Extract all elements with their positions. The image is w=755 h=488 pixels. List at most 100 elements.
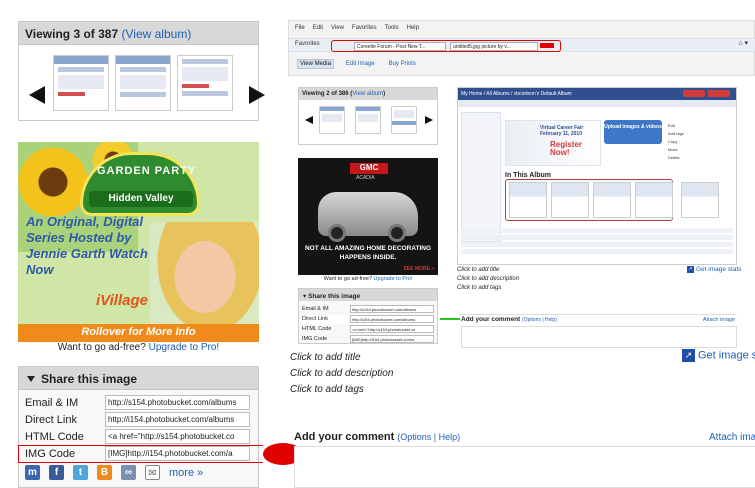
nested-album-thumb[interactable] [593, 182, 631, 218]
ad-free-notice: Want to go ad-free? Upgrade to Pro! [18, 342, 259, 353]
nested-add-title-link[interactable]: Click to add title [457, 266, 519, 275]
nested-share-panel: ▾ Share this image Email & IM http://s154… [298, 288, 438, 344]
nested-promo-banner[interactable]: Virtual Career Fair February 11, 2010 Re… [505, 120, 601, 166]
nested-thumb[interactable] [391, 106, 417, 134]
add-tags-link[interactable]: Click to add tags [290, 382, 393, 398]
collapse-triangle-icon[interactable] [27, 376, 35, 382]
menu-view[interactable]: View [331, 25, 344, 31]
thumbnail-prev[interactable] [53, 55, 109, 111]
garden-party-ad[interactable]: GARDEN PARTY Hidden Valley An Original, … [18, 142, 259, 342]
share-label: IMG Code [25, 448, 76, 460]
facebook-icon[interactable]: f [49, 465, 64, 480]
blogger-icon[interactable]: B [97, 465, 112, 480]
nested-attach-link[interactable]: Attach image [703, 317, 735, 323]
email-icon[interactable]: ✉ [145, 465, 160, 480]
share-email-field[interactable]: http://s154.photobucket.com/albums [105, 395, 250, 410]
nested-comment-box[interactable] [461, 326, 737, 348]
favorites-button[interactable]: Favorites [295, 41, 320, 47]
gmc-see-more[interactable]: SEE MORE » [403, 266, 434, 272]
nested-header-button[interactable] [683, 90, 705, 97]
nested-bottom-list [461, 228, 733, 262]
prev-arrow-icon[interactable] [29, 86, 45, 104]
nested-option[interactable]: Add tags [668, 130, 732, 138]
screenshot-root: Viewing 3 of 387 (View album) GARDEN PAR… [0, 0, 755, 488]
nested-viewing-count: Viewing 2 of 386 [302, 91, 349, 97]
annotation-tab-box: Corvette Forum - Post New T... untitled5… [331, 40, 561, 52]
upgrade-link[interactable]: Upgrade to Pro! [149, 342, 220, 353]
twitter-icon[interactable]: t [73, 465, 88, 480]
album-navigator-header: Viewing 3 of 387 (View album) [19, 22, 258, 45]
annotation-line [18, 445, 19, 462]
nested-option[interactable]: Move [668, 146, 732, 154]
tab-view-media[interactable]: View Media [297, 59, 334, 69]
nested-album-thumb[interactable] [509, 182, 547, 218]
gmc-logo: GMC [350, 163, 388, 174]
nested-album-thumb[interactable] [635, 182, 673, 218]
next-arrow-icon[interactable] [249, 86, 265, 104]
menu-help[interactable]: Help [407, 25, 419, 31]
thumbnail-next[interactable] [177, 55, 233, 111]
ad-cta[interactable]: Rollover for More Info [18, 324, 259, 342]
nested-view-album-link[interactable]: View album [352, 91, 383, 97]
browser-tab-picture[interactable]: untitled5.jpg picture by v... [450, 42, 538, 51]
menu-edit[interactable]: Edit [313, 25, 323, 31]
annotation-highlight [540, 43, 554, 48]
nested-thumb[interactable] [355, 106, 381, 134]
nested-share-header[interactable]: ▾ Share this image [299, 289, 437, 301]
share-img-field[interactable]: [IMG]http://i154.photobucket.com/a [105, 446, 250, 461]
add-title-link[interactable]: Click to add title [290, 350, 393, 366]
nested-option[interactable]: Delete [668, 154, 732, 162]
comment-options-link[interactable]: (Options | Help) [397, 432, 460, 442]
thumbnail-current[interactable] [115, 55, 171, 111]
nested-prev-arrow-icon[interactable] [305, 116, 313, 124]
nested-header-buttons [680, 90, 730, 99]
nested-album-thumb[interactable] [681, 182, 719, 218]
home-icon[interactable]: ⌂ ▾ [738, 39, 748, 47]
menu-file[interactable]: File [295, 25, 305, 31]
nested-share-field[interactable]: <a href="http://s154.photobucket.co [350, 325, 434, 333]
view-album-link[interactable]: View album [126, 27, 188, 41]
nested-share-field[interactable]: http://s154.photobucket.com/albums [350, 305, 434, 313]
nested-album-page: My Home / All Albums / vbcorteon's Defau… [457, 87, 737, 265]
nested-share-row: HTML Code <a href="http://s154.photobucke… [302, 325, 437, 334]
browser-tab-forum[interactable]: Corvette Forum - Post New T... [354, 42, 446, 51]
gmc-ad[interactable]: GMC ACADIA NOT ALL AMAZING HOME DECORATI… [298, 158, 438, 275]
nested-stats-label: Get image stats [696, 266, 742, 274]
nested-upload-button[interactable]: Upload images & videos [604, 120, 662, 144]
share-label: Email & IM [25, 397, 79, 409]
gmc-model: ACADIA [356, 175, 375, 181]
myspace-icon[interactable]: m [25, 465, 40, 480]
annotation-green-line [440, 318, 460, 320]
share-panel-header[interactable]: Share this image [19, 367, 258, 390]
tab-buy-prints[interactable]: Buy Prints [387, 60, 418, 68]
more-share-link[interactable]: more » [169, 467, 203, 479]
menu-tools[interactable]: Tools [385, 25, 399, 31]
nested-album-subnav [458, 100, 736, 107]
nested-header-button[interactable] [708, 90, 730, 97]
nested-comment-options[interactable]: (Options | Help) [522, 317, 557, 323]
browser-menubar: File Edit View Favorites Tools Help [295, 25, 427, 31]
attach-image-link[interactable]: Attach ima [709, 432, 755, 443]
comment-box[interactable] [294, 446, 755, 488]
share-label: Direct Link [25, 414, 77, 426]
nested-add-description-link[interactable]: Click to add description [457, 275, 519, 284]
nested-share-field[interactable]: [IMG]http://i154.photobucket.com/a [350, 335, 434, 343]
nested-next-arrow-icon[interactable] [425, 116, 433, 124]
car-image [318, 192, 418, 242]
share-direct-field[interactable]: http://i154.photobucket.com/albums [105, 412, 250, 427]
nested-image-stats[interactable]: ↗ Get image stats [687, 266, 742, 273]
image-stats-link[interactable]: ↗ Get image st [682, 349, 755, 362]
stats-icon: ↗ [682, 349, 695, 362]
tab-edit-image[interactable]: Edit Image [344, 60, 377, 68]
nested-option[interactable]: Edit [668, 122, 732, 130]
nested-add-tags-link[interactable]: Click to add tags [457, 284, 519, 293]
nested-thumb[interactable] [319, 106, 345, 134]
nested-option[interactable]: Copy [668, 138, 732, 146]
nested-share-field[interactable]: http://i154.photobucket.com/albums [350, 315, 434, 323]
share-html-field[interactable]: <a href="http://s154.photobucket.co [105, 429, 250, 444]
nested-album-thumb[interactable] [551, 182, 589, 218]
link-icon[interactable]: ∞ [121, 465, 136, 480]
menu-favorites[interactable]: Favorites [352, 25, 377, 31]
add-description-link[interactable]: Click to add description [290, 366, 393, 382]
nested-upgrade-link[interactable]: Upgrade to Pro! [374, 276, 413, 282]
